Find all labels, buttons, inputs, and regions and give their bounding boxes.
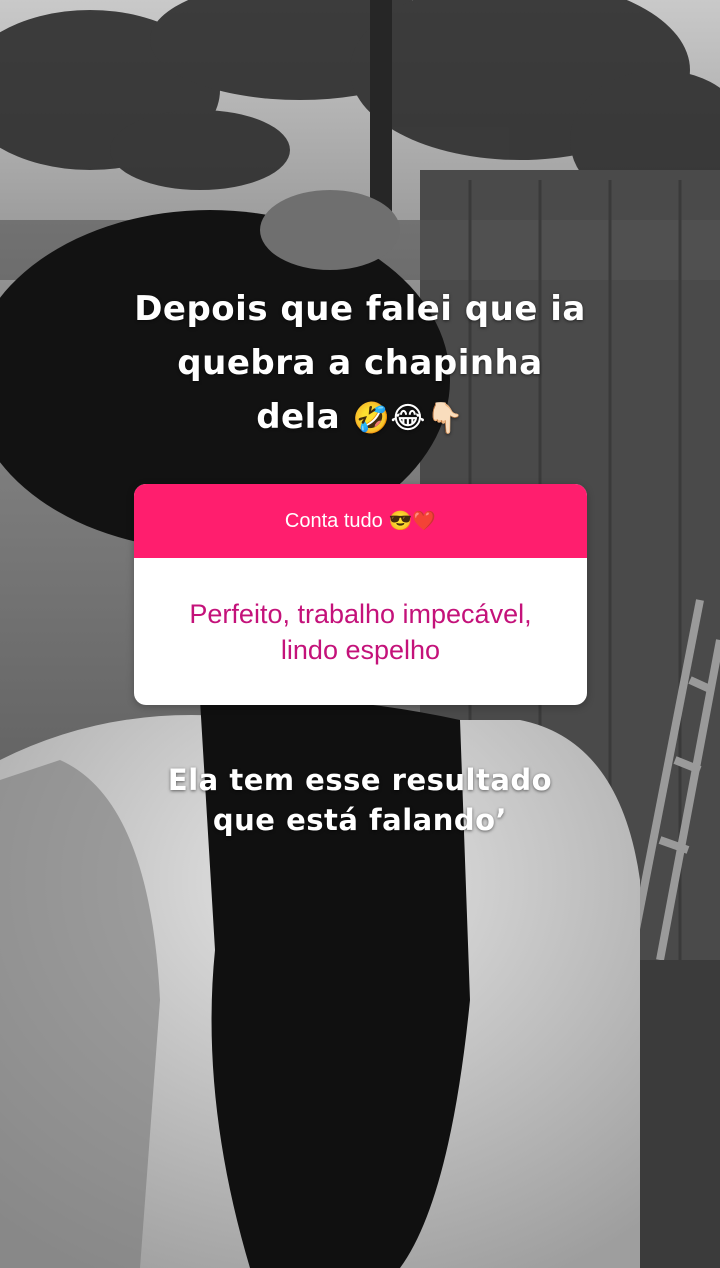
story-screen: Depois que falei que ia quebra a chapinh… (0, 0, 720, 1268)
laughing-emoji-icons: 🤣😂👇🏻 (352, 401, 464, 436)
question-sticker[interactable]: Conta tudo 😎❤️ Perfeito, trabalho impecá… (134, 484, 587, 705)
question-answer-line-2: lindo espelho (280, 634, 441, 665)
question-answer: Perfeito, trabalho impecável, lindo espe… (134, 558, 587, 705)
caption-bottom: Ela tem esse resultado que está falando’ (0, 760, 720, 840)
caption-bottom-line-2: que está falando’ (212, 803, 508, 837)
question-answer-line-1: Perfeito, trabalho impecável, (189, 598, 532, 629)
caption-top-line-1: Depois que falei que ia (134, 289, 586, 329)
caption-bottom-line-1: Ela tem esse resultado (167, 763, 553, 797)
sunglasses-heart-emoji-icons: 😎❤️ (388, 511, 437, 532)
caption-top-line-3-text: dela (256, 397, 341, 437)
caption-top-line-2: quebra a chapinha (177, 343, 543, 383)
question-prompt: Conta tudo (284, 509, 383, 532)
caption-top: Depois que falei que ia quebra a chapinh… (0, 282, 720, 446)
question-sticker-header: Conta tudo 😎❤️ (134, 484, 587, 558)
caption-top-line-3: dela 🤣😂👇🏻 (0, 390, 720, 446)
